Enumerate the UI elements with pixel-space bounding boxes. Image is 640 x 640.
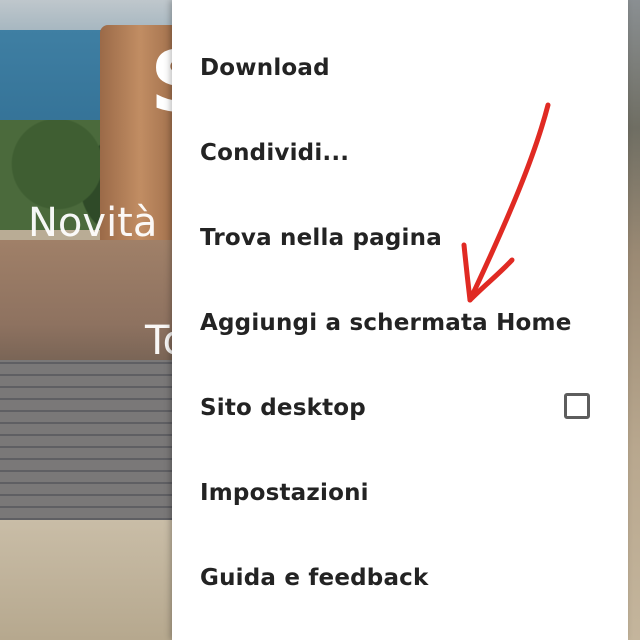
- background-text-line1: Novità p: [28, 200, 196, 246]
- menu-item-help-feedback[interactable]: Guida e feedback: [172, 535, 628, 620]
- menu-item-settings[interactable]: Impostazioni: [172, 450, 628, 535]
- red-hand-drawn-arrow-icon: [461, 102, 551, 303]
- menu-item-label: Guida e feedback: [200, 564, 429, 591]
- menu-item-label: Trova nella pagina: [200, 224, 442, 251]
- menu-item-label: Sito desktop: [200, 394, 366, 421]
- desktop-site-checkbox[interactable]: [564, 393, 590, 419]
- menu-item-label: Impostazioni: [200, 479, 369, 506]
- menu-item-desktop-site[interactable]: Sito desktop: [172, 365, 628, 450]
- screen: S Novità p To Download Condividi... Trov…: [0, 0, 640, 640]
- menu-item-label: Condividi...: [200, 139, 350, 166]
- menu-item-label: Download: [200, 54, 330, 81]
